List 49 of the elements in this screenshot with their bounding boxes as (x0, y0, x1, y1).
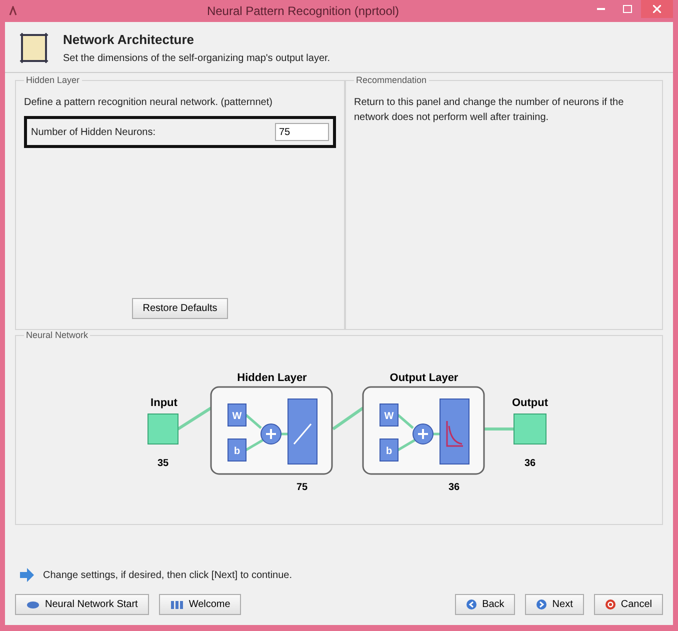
page-title: Network Architecture (63, 32, 195, 47)
page-subtitle: Set the dimensions of the self-organizing map's output layer. (63, 53, 330, 64)
welcome-button[interactable]: Welcome (158, 594, 242, 615)
input-block (148, 414, 178, 444)
layer-size: 75 (296, 482, 308, 493)
network-icon (26, 600, 40, 610)
description-text: Define a pattern recognition neural network. (patternnet) (24, 96, 274, 110)
close-icon (653, 5, 661, 13)
arrow-icon (19, 568, 35, 582)
weight-label: W (232, 411, 242, 422)
maximize-icon (622, 5, 632, 13)
window-title: Neural Pattern Recognition (nprtool) (206, 4, 400, 18)
weight-block (228, 404, 246, 426)
app-icon (9, 6, 17, 16)
output-size: 36 (524, 458, 536, 469)
bias-block (228, 438, 246, 462)
output-label: Output (512, 397, 548, 409)
recommendation-text: Return to this panel and change the number of neurons if the network does not perform well after training. (354, 96, 625, 125)
panel-title: Recommendation (355, 75, 428, 85)
weight-block (380, 404, 398, 426)
linear-block (288, 398, 318, 464)
layer-size: 36 (448, 482, 460, 493)
map-grid-icon (19, 32, 49, 64)
field-label: Number of Hidden Neurons: (31, 126, 156, 138)
bias-label: b (234, 446, 240, 457)
softmax-block (440, 398, 470, 464)
panel-title: Hidden Layer (25, 75, 81, 85)
weight-label: W (384, 411, 394, 422)
next-button[interactable]: Next (525, 594, 584, 615)
hidden-neurons-field[interactable]: 75 (275, 123, 329, 141)
cancel-icon (604, 599, 616, 610)
input-size: 35 (157, 458, 169, 469)
input-label: Input (150, 397, 178, 409)
sum-icon (412, 424, 434, 444)
restore-defaults-button[interactable]: Restore Defaults (132, 298, 228, 319)
layer-title: Hidden Layer (237, 372, 307, 384)
layer-title: Output Layer (390, 372, 458, 384)
bias-label: b (386, 446, 392, 457)
output-block (514, 414, 546, 444)
minimize-icon (597, 8, 605, 10)
cancel-button[interactable]: Cancel (594, 594, 663, 615)
panel-title: Neural Network (25, 330, 90, 340)
hint-text: Change settings, if desired, then click [Next] to continue. (43, 570, 292, 580)
start-button[interactable]: Neural Network Start (15, 594, 149, 615)
close-button[interactable] (641, 0, 673, 18)
bias-block (380, 438, 398, 462)
grid-icon (170, 600, 184, 610)
sum-icon (260, 424, 282, 444)
back-button[interactable]: Back (455, 594, 516, 615)
